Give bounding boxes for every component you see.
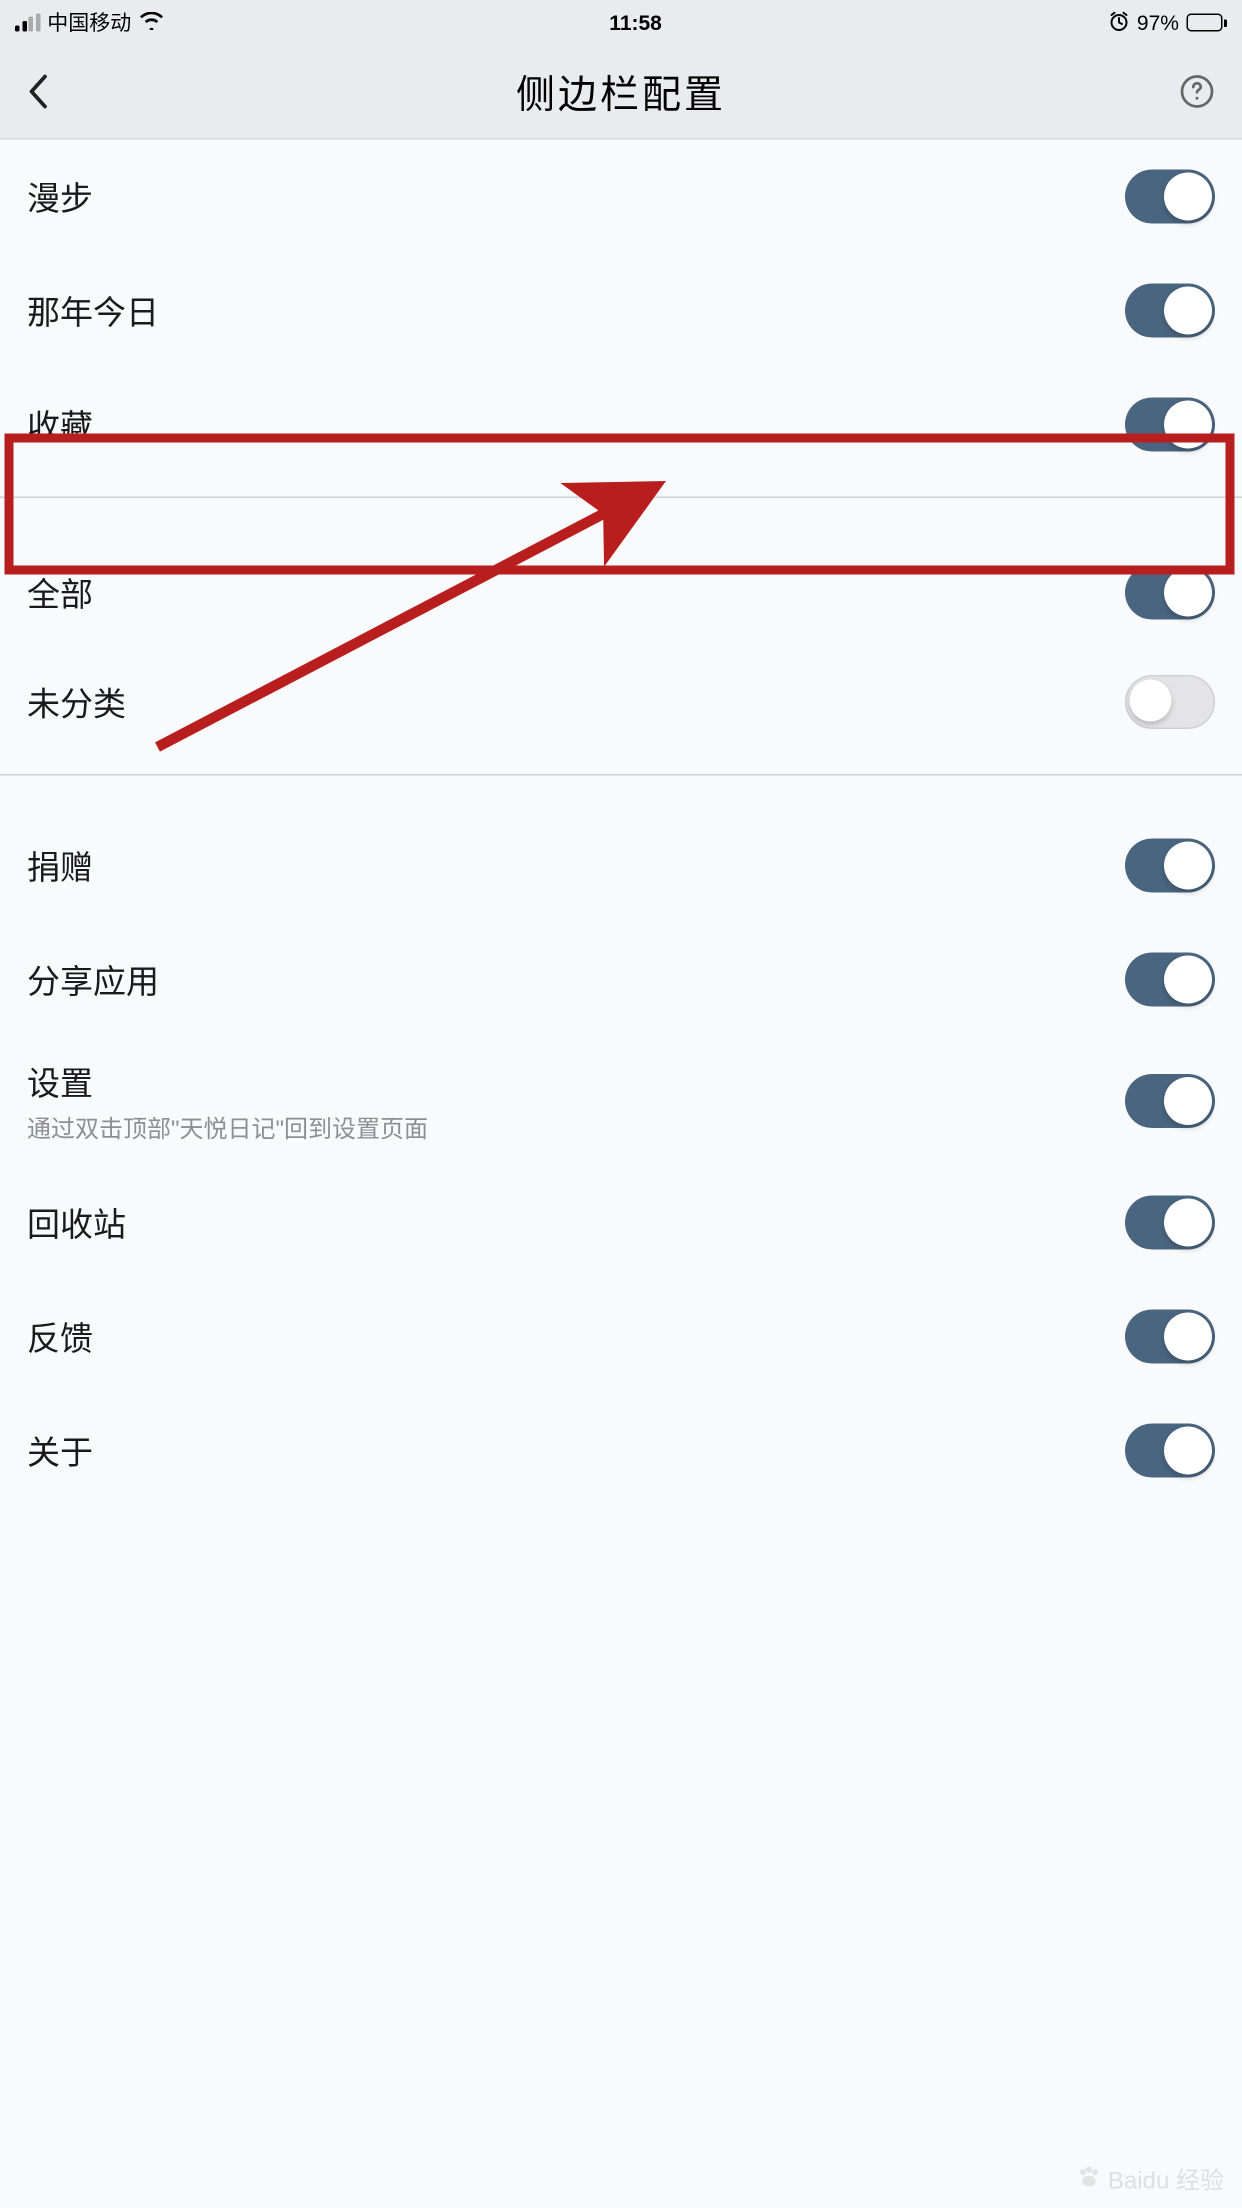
- row-label: 反馈: [27, 1313, 93, 1361]
- nav-bar: 侧边栏配置: [0, 45, 1242, 140]
- settings-list: 漫步 那年今日 收藏 全部 未分类 捐赠 分享应用: [0, 140, 1242, 1508]
- toggle-feedback[interactable]: [1125, 1310, 1215, 1364]
- toggle-favorites[interactable]: [1125, 398, 1215, 452]
- battery-pct: 97%: [1137, 11, 1179, 35]
- row-walk[interactable]: 漫步: [0, 140, 1242, 254]
- status-right: 97%: [1108, 10, 1227, 36]
- row-label: 分享应用: [27, 956, 159, 1004]
- row-label: 设置: [27, 1058, 428, 1106]
- toggle-trash[interactable]: [1125, 1196, 1215, 1250]
- row-label: 捐赠: [27, 842, 93, 890]
- watermark: Baidu 经验: [1075, 2160, 1224, 2196]
- row-about[interactable]: 关于: [0, 1394, 1242, 1508]
- row-label: 收藏: [27, 401, 93, 449]
- row-sublabel: 通过双击顶部"天悦日记"回到设置页面: [27, 1109, 428, 1145]
- row-label: 未分类: [27, 678, 126, 726]
- toggle-walk[interactable]: [1125, 170, 1215, 224]
- row-onthisday[interactable]: 那年今日: [0, 254, 1242, 368]
- row-feedback[interactable]: 反馈: [0, 1280, 1242, 1394]
- toggle-uncategorized[interactable]: [1125, 675, 1215, 729]
- status-left: 中国移动: [15, 8, 163, 38]
- signal-icon: [15, 14, 40, 31]
- toggle-settings[interactable]: [1125, 1074, 1215, 1128]
- toggle-share[interactable]: [1125, 953, 1215, 1007]
- section-1: 漫步 那年今日 收藏: [0, 140, 1242, 482]
- row-label: 全部: [27, 569, 93, 617]
- status-time: 11:58: [609, 11, 662, 35]
- section-3: 捐赠 分享应用 设置 通过双击顶部"天悦日记"回到设置页面 回收站 反馈 关于: [0, 809, 1242, 1508]
- back-button[interactable]: [27, 74, 72, 110]
- status-bar: 中国移动 11:58 97%: [0, 0, 1242, 45]
- toggle-all[interactable]: [1125, 566, 1215, 620]
- paw-icon: [1075, 2165, 1102, 2192]
- row-all[interactable]: 全部: [0, 531, 1242, 645]
- toggle-donate[interactable]: [1125, 839, 1215, 893]
- row-label: 回收站: [27, 1199, 126, 1247]
- row-favorites[interactable]: 收藏: [0, 368, 1242, 482]
- page-title: 侧边栏配置: [516, 64, 726, 120]
- alarm-icon: [1108, 10, 1129, 36]
- row-settings[interactable]: 设置 通过双击顶部"天悦日记"回到设置页面: [0, 1037, 1242, 1166]
- row-share[interactable]: 分享应用: [0, 923, 1242, 1037]
- toggle-about[interactable]: [1125, 1424, 1215, 1478]
- row-label: 漫步: [27, 173, 93, 221]
- toggle-onthisday[interactable]: [1125, 284, 1215, 338]
- row-donate[interactable]: 捐赠: [0, 809, 1242, 923]
- wifi-icon: [139, 11, 163, 35]
- help-button[interactable]: [1170, 74, 1215, 110]
- row-label: 关于: [27, 1427, 93, 1475]
- battery-icon: [1186, 14, 1227, 32]
- section-2: 全部 未分类: [0, 531, 1242, 759]
- row-trash[interactable]: 回收站: [0, 1166, 1242, 1280]
- carrier-label: 中国移动: [47, 8, 131, 38]
- row-uncategorized[interactable]: 未分类: [0, 645, 1242, 759]
- row-label: 那年今日: [27, 287, 159, 335]
